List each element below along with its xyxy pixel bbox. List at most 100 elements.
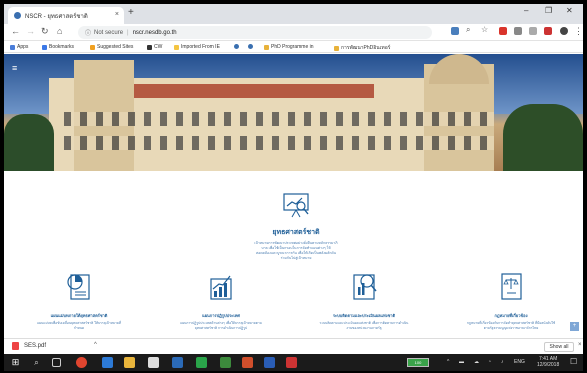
acrobat-icon[interactable]: [286, 357, 297, 368]
extension-icon[interactable]: [499, 27, 507, 35]
app-icon[interactable]: [172, 357, 183, 368]
card-description: ระบบติดตามและประเมินผลแห่งชาติ เพื่อการต…: [319, 321, 409, 330]
extension-icon-3[interactable]: [544, 27, 552, 35]
word-icon[interactable]: [264, 357, 275, 368]
star-icon: [42, 44, 47, 50]
info-icon[interactable]: ⓘ: [85, 28, 91, 37]
tab-title: NSCR - ยุทธศาสตร์ชาติ: [25, 13, 88, 20]
volume-icon[interactable]: ♪: [501, 359, 504, 365]
globe-icon: [234, 44, 239, 49]
reload-icon[interactable]: ↻: [41, 26, 49, 37]
bookmark-extension-2[interactable]: [248, 44, 255, 49]
star-icon[interactable]: ☆: [481, 25, 488, 34]
card-monitoring-system[interactable]: ระบบติดตามและประเมินผลแห่งชาติ ระบบติดตา…: [319, 269, 409, 331]
bookmarks-bar: Apps Bookmarks Suggested Sites CW Import…: [4, 41, 583, 53]
show-all-button[interactable]: Show all: [544, 342, 574, 352]
notifications-icon[interactable]: ☐: [570, 357, 577, 366]
card-reform-plan[interactable]: แผนการปฏิรูปประเทศ แผนการปฏิรูปประเทศด้า…: [176, 269, 266, 331]
download-filename: SES.pdf: [24, 343, 47, 349]
close-window-button[interactable]: ✕: [566, 6, 573, 15]
close-shelf-icon[interactable]: ×: [578, 342, 582, 348]
card-description: แผนการปฏิรูปประเทศด้านต่างๆ เพื่อให้บรรล…: [180, 321, 262, 330]
card-related-laws[interactable]: กฎหมายที่เกี่ยวข้อง กฎหมายที่เกี่ยวข้องก…: [466, 269, 556, 331]
national-strategy-feature[interactable]: ยุทธศาสตร์ชาติ เป้าหมายการพัฒนาประเทศอย่…: [254, 190, 338, 261]
windows-start-icon[interactable]: ⊞: [10, 357, 21, 368]
download-options-chevron-icon[interactable]: ^: [94, 342, 97, 348]
line-icon[interactable]: [196, 357, 207, 368]
bookmark-imported-from-ie[interactable]: Imported From IE: [174, 44, 220, 50]
search-icon[interactable]: ⌕: [466, 25, 470, 35]
bookmark-thai[interactable]: การพัฒนาPhDอินเทอร์: [334, 44, 390, 52]
download-shelf: SES.pdf ^ Show all ×: [4, 338, 583, 354]
feature-title: ยุทธศาสตร์ชาติ: [272, 229, 320, 236]
bookmark-bookmarks[interactable]: Bookmarks: [42, 44, 74, 50]
app-icon-2[interactable]: [220, 357, 231, 368]
search-icon[interactable]: ⌕: [31, 357, 42, 368]
page-content: ≡ ยุทธศาสตร์ชาติ เป้าหมายการพัฒนาประเทศอ…: [4, 54, 583, 338]
battery-indicator[interactable]: 100: [407, 358, 429, 367]
browser-toolbar: ← → ↻ ⌂ ⓘ Not secure | nscr.nesdb.go.th …: [4, 24, 583, 41]
magnifier-chart-icon: [353, 274, 377, 300]
folder-icon: [174, 44, 179, 50]
site-favicon-icon: [14, 12, 21, 19]
security-label: Not secure: [94, 29, 124, 36]
file-explorer-icon[interactable]: [124, 357, 135, 368]
tab-close-icon[interactable]: ×: [115, 11, 119, 18]
hamburger-menu-icon[interactable]: ≡: [12, 63, 17, 73]
bookmark-cw[interactable]: CW: [147, 44, 162, 50]
edge-icon[interactable]: [102, 357, 113, 368]
card-description: กฎหมายที่เกี่ยวข้องกับการจัดทำยุทธศาสตร์…: [466, 321, 556, 330]
window-row: [64, 112, 494, 126]
bookmark-apps[interactable]: Apps: [10, 44, 28, 50]
card-description: แผนแม่บทเพื่อขับเคลื่อนยุทธศาสตร์ชาติ ให…: [36, 321, 122, 330]
pdf-file-icon: [12, 342, 19, 350]
feature-description: เป้าหมายการพัฒนาประเทศอย่างยั่งยืนตามหลั…: [254, 241, 338, 260]
suggested-sites-icon: [90, 44, 95, 50]
wifi-icon[interactable]: ◔: [488, 359, 491, 365]
browser-tab[interactable]: NSCR - ยุทธศาสตร์ชาติ ×: [8, 7, 124, 24]
page-icon: [334, 45, 339, 51]
hero-banner: ≡: [4, 54, 583, 171]
bookmark-phd-programme[interactable]: PhD Programme in: [264, 44, 314, 50]
clock-date: 12/9/2018: [537, 362, 560, 368]
cloud-icon[interactable]: ☁: [474, 359, 479, 365]
forward-arrow-icon[interactable]: →: [26, 26, 35, 36]
maximize-button[interactable]: ❐: [545, 6, 552, 15]
card-title: แผนแม่บทภายใต้ยุทธศาสตร์ชาติ: [50, 313, 108, 318]
mail-extension-icon[interactable]: [514, 27, 522, 35]
card-master-plan[interactable]: แผนแม่บทภายใต้ยุทธศาสตร์ชาติ แผนแม่บทเพื…: [34, 269, 124, 331]
scroll-top-button[interactable]: +: [570, 322, 579, 331]
bookmark-suggested-sites[interactable]: Suggested Sites: [90, 44, 133, 50]
windows-taskbar: ⊞ ⌕ 100 ^ ▬ ☁ ◔ ♪ ENG 7:41 AM 12/9/2018 …: [4, 354, 583, 371]
apps-grid-icon: [10, 44, 15, 50]
address-bar[interactable]: ⓘ Not secure | nscr.nesdb.go.th: [78, 26, 432, 39]
law-book-icon: [501, 273, 522, 300]
minimize-button[interactable]: –: [524, 6, 528, 15]
clock[interactable]: 7:41 AM 12/9/2018: [537, 356, 559, 368]
presentation-chart-icon: [283, 193, 309, 218]
bookmark-extension-1[interactable]: [234, 44, 241, 49]
language-indicator[interactable]: ENG: [514, 359, 525, 365]
menu-dots-icon[interactable]: ⋮: [574, 26, 583, 37]
download-item[interactable]: SES.pdf: [12, 342, 46, 350]
browser-window: NSCR - ยุทธศาสตร์ชาติ × + – ❐ ✕ ← → ↻ ⌂ …: [4, 4, 583, 354]
trees-right: [503, 104, 583, 171]
page-icon: [264, 44, 269, 50]
extension-icon-2[interactable]: [529, 27, 537, 35]
task-view-icon[interactable]: [52, 358, 61, 367]
profile-avatar[interactable]: [560, 27, 568, 35]
back-arrow-icon[interactable]: ←: [11, 26, 20, 36]
card-title: ระบบติดตามและประเมินผลแห่งชาติ: [332, 313, 396, 318]
new-tab-button[interactable]: +: [128, 7, 134, 18]
chrome-icon[interactable]: [76, 357, 87, 368]
card-title: แผนการปฏิรูปประเทศ: [202, 313, 240, 318]
network-icon[interactable]: ▬: [459, 359, 464, 365]
url-text: nscr.nesdb.go.th: [132, 29, 177, 36]
pie-chart-document-icon: [67, 274, 90, 300]
home-icon[interactable]: ⌂: [57, 26, 62, 36]
store-icon[interactable]: [148, 357, 159, 368]
tray-chevron-icon[interactable]: ^: [447, 359, 449, 365]
translate-icon[interactable]: [451, 27, 459, 35]
powerpoint-icon[interactable]: [242, 357, 253, 368]
tab-strip: NSCR - ยุทธศาสตร์ชาติ × + – ❐ ✕: [4, 4, 583, 24]
